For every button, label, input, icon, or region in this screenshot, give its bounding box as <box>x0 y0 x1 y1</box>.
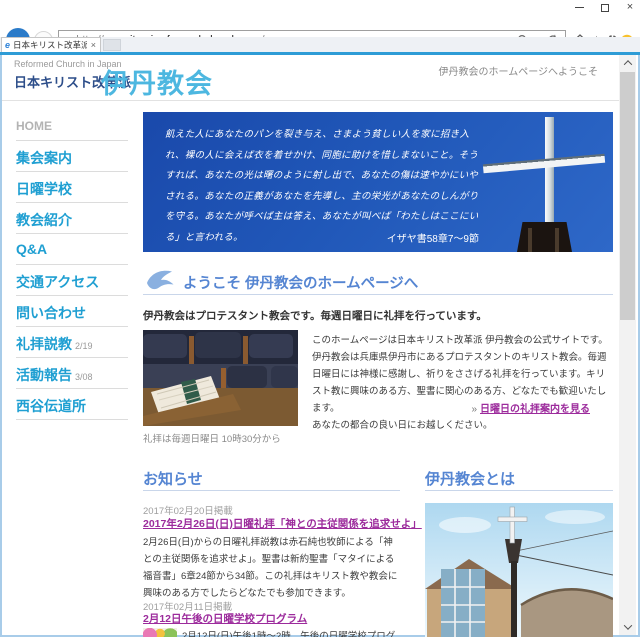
welcome-heading: ようこそ 伊丹教会のホームページへ <box>143 266 613 295</box>
news-heading: お知らせ <box>143 462 400 491</box>
sidebar-item-date: 2/19 <box>75 341 93 351</box>
worship-info-link-row: »日曜日の礼拝案内を見る <box>312 400 590 415</box>
sidebar-item-sunday-school[interactable]: 日曜学校 <box>16 172 128 203</box>
chevron-down-icon <box>623 621 631 629</box>
steeple-detail <box>555 228 559 252</box>
worship-photo <box>143 330 298 426</box>
sidebar-item-home[interactable]: HOME <box>16 110 128 141</box>
sidebar-item-qa[interactable]: Q&A <box>16 234 128 265</box>
sidebar-item-church-intro[interactable]: 教会紹介 <box>16 203 128 234</box>
news-body: 2月26日(日)からの日曜礼拝説教は赤石純也牧師による「神との主従関係を追求せよ… <box>143 534 400 602</box>
close-icon: × <box>627 2 633 13</box>
steeple-detail <box>528 228 532 252</box>
scrollbar[interactable] <box>619 55 636 635</box>
new-tab-button[interactable] <box>103 39 121 51</box>
welcome-body: このホームページは日本キリスト改革派 伊丹教会の公式サイトです。 伊丹教会は兵庫… <box>312 332 613 434</box>
site-title[interactable]: 伊丹教会 <box>101 62 213 101</box>
minimize-icon <box>575 7 584 8</box>
cross-bar <box>483 154 605 174</box>
news-body: 2月12日(日)午後1時～2時、午後の日曜学校プログ <box>182 628 412 637</box>
worship-info-link[interactable]: 日曜日の礼拝案内を見る <box>480 404 590 415</box>
sidebar-item-date: 3/08 <box>75 372 93 382</box>
news-date: 2017年02月20日掲載 <box>143 503 233 517</box>
sidebar-nav: HOME 集会案内 日曜学校 教会紹介 Q&A 交通アクセス 問い合わせ 礼拝説… <box>16 110 128 420</box>
tab-title: 日本キリスト改革派 伊丹教会... <box>13 39 87 51</box>
sidebar-item-contact[interactable]: 問い合わせ <box>16 296 128 327</box>
maximize-button[interactable] <box>596 2 614 13</box>
verse-attribution: イザヤ書58章7～9節 <box>165 230 479 245</box>
tab-bar: e 日本キリスト改革派 伊丹教会... × <box>0 37 640 52</box>
steeple-silhouette <box>517 222 572 252</box>
scrollbar-thumb[interactable] <box>620 72 635 320</box>
news-thumbnail <box>143 628 177 637</box>
chevron-up-icon <box>623 60 631 68</box>
sidebar-item-sermons[interactable]: 礼拝説教2/19 <box>16 327 128 358</box>
browser-tab[interactable]: e 日本キリスト改革派 伊丹教会... × <box>1 37 101 52</box>
window-border-left <box>0 55 2 637</box>
sidebar-item-meetings[interactable]: 集会案内 <box>16 141 128 172</box>
church-building-photo <box>425 503 613 637</box>
sidebar-item-nishitani[interactable]: 西谷伝道所 <box>16 389 128 420</box>
header-divider <box>2 100 619 101</box>
welcome-intro: 伊丹教会はプロテスタント教会です。毎週日曜日に礼拝を行っています。 <box>143 308 487 323</box>
dove-icon <box>145 268 175 292</box>
browser-toolbar: ← → e http://www.itami-reformed-church.c… <box>0 14 640 37</box>
close-button[interactable]: × <box>621 2 639 13</box>
chrome-accent-line <box>0 52 640 55</box>
site-greeting: 伊丹教会のホームページへようこそ <box>439 63 599 78</box>
double-angle-icon: » <box>471 404 477 415</box>
photo-caption: 礼拝は毎週日曜日 10時30分から <box>143 431 281 445</box>
news-title-link[interactable]: 2017年2月26日(日)日曜礼拝「神との主従関係を追求せよ」 <box>143 518 422 530</box>
hero-banner: 飢えた人にあなたのパンを裂き与え、さまよう貧しい人を家に招き入れ、裸の人に会えば… <box>143 112 613 252</box>
news-title-link[interactable]: 2月12日午後の日曜学校プログラム <box>143 613 307 625</box>
scroll-down-button[interactable] <box>619 619 636 635</box>
tab-favicon-icon: e <box>5 40 10 50</box>
tab-close-icon[interactable]: × <box>87 40 100 50</box>
minimize-button[interactable] <box>570 2 588 13</box>
sidebar-item-reports[interactable]: 活動報告3/08 <box>16 358 128 389</box>
sidebar-item-access[interactable]: 交通アクセス <box>16 265 128 296</box>
browser-window: × ← → e http://www.itami-reformed-church… <box>0 0 640 637</box>
scroll-up-button[interactable] <box>619 55 636 71</box>
maximize-icon <box>601 4 609 12</box>
title-bar: × <box>0 0 640 14</box>
about-heading: 伊丹教会とは <box>425 462 613 491</box>
